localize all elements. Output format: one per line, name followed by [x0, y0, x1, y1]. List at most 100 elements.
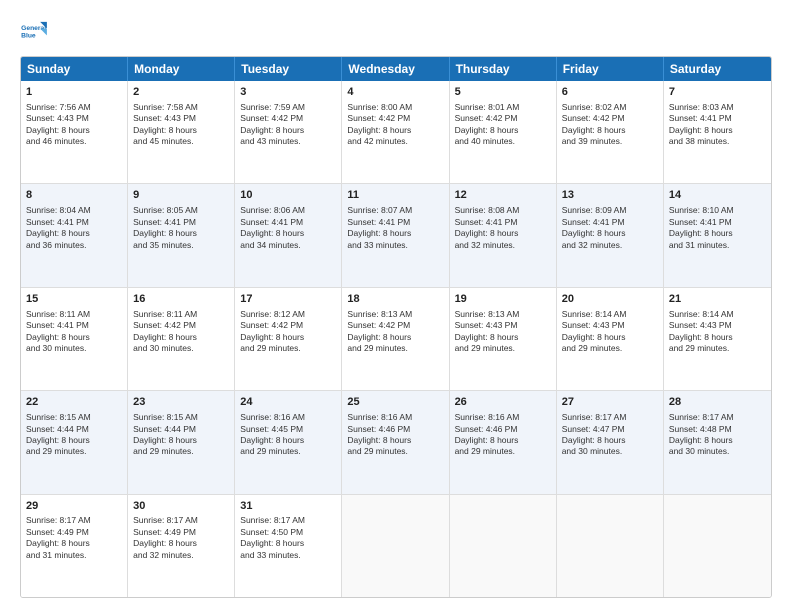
day-info-line: and 40 minutes.: [455, 136, 551, 147]
day-cell-12: 12Sunrise: 8:08 AMSunset: 4:41 PMDayligh…: [450, 184, 557, 286]
day-info-line: Sunrise: 8:17 AM: [133, 515, 229, 526]
day-cell-22: 22Sunrise: 8:15 AMSunset: 4:44 PMDayligh…: [21, 391, 128, 493]
day-number: 5: [455, 85, 551, 100]
empty-cell: [342, 495, 449, 597]
day-info-line: Sunrise: 8:13 AM: [455, 309, 551, 320]
day-info-line: Sunrise: 8:07 AM: [347, 205, 443, 216]
day-cell-25: 25Sunrise: 8:16 AMSunset: 4:46 PMDayligh…: [342, 391, 449, 493]
day-info-line: and 34 minutes.: [240, 240, 336, 251]
day-cell-29: 29Sunrise: 8:17 AMSunset: 4:49 PMDayligh…: [21, 495, 128, 597]
day-info-line: Sunset: 4:42 PM: [455, 113, 551, 124]
day-number: 26: [455, 395, 551, 410]
day-info-line: Daylight: 8 hours: [562, 228, 658, 239]
day-info-line: Sunset: 4:42 PM: [347, 320, 443, 331]
day-info-line: and 29 minutes.: [562, 343, 658, 354]
day-info-line: and 29 minutes.: [669, 343, 766, 354]
day-info-line: Sunset: 4:43 PM: [562, 320, 658, 331]
day-info-line: and 32 minutes.: [562, 240, 658, 251]
day-number: 25: [347, 395, 443, 410]
calendar-row-1: 1Sunrise: 7:56 AMSunset: 4:43 PMDaylight…: [21, 81, 771, 184]
day-info-line: Sunrise: 8:14 AM: [562, 309, 658, 320]
logo: GeneralBlue: [20, 18, 48, 46]
day-info-line: Sunrise: 8:04 AM: [26, 205, 122, 216]
day-cell-20: 20 Sunrise: 8:14 AMSunset: 4:43 PMDayligh…: [557, 288, 664, 390]
day-info-line: Sunset: 4:42 PM: [240, 320, 336, 331]
day-info-line: Daylight: 8 hours: [562, 435, 658, 446]
day-cell-30: 30Sunrise: 8:17 AMSunset: 4:49 PMDayligh…: [128, 495, 235, 597]
day-cell-27: 27Sunrise: 8:17 AMSunset: 4:47 PMDayligh…: [557, 391, 664, 493]
day-info-line: Daylight: 8 hours: [133, 435, 229, 446]
day-info-line: and 39 minutes.: [562, 136, 658, 147]
header: GeneralBlue: [20, 18, 772, 46]
day-cell-3: 3Sunrise: 7:59 AMSunset: 4:42 PMDaylight…: [235, 81, 342, 183]
day-header-tuesday: Tuesday: [235, 57, 342, 81]
day-number: 27: [562, 395, 658, 410]
day-info-line: Daylight: 8 hours: [562, 332, 658, 343]
empty-cell: [450, 495, 557, 597]
day-number: 6: [562, 85, 658, 100]
day-info-line: Sunrise: 8:17 AM: [26, 515, 122, 526]
day-cell-24: 24Sunrise: 8:16 AMSunset: 4:45 PMDayligh…: [235, 391, 342, 493]
day-info-line: Sunset: 4:44 PM: [26, 424, 122, 435]
day-number: 20: [562, 292, 658, 307]
day-info-line: Sunset: 4:50 PM: [240, 527, 336, 538]
day-number: 8: [26, 188, 122, 203]
day-info-line: Sunset: 4:43 PM: [133, 113, 229, 124]
day-cell-4: 4Sunrise: 8:00 AMSunset: 4:42 PMDaylight…: [342, 81, 449, 183]
day-info-line: Sunset: 4:41 PM: [240, 217, 336, 228]
day-info-line: Sunset: 4:41 PM: [26, 320, 122, 331]
day-info-line: and 30 minutes.: [562, 446, 658, 457]
day-info-line: Sunset: 4:41 PM: [133, 217, 229, 228]
day-info-line: Sunrise: 8:05 AM: [133, 205, 229, 216]
day-info-line: Sunrise: 8:06 AM: [240, 205, 336, 216]
day-cell-17: 17Sunrise: 8:12 AMSunset: 4:42 PMDayligh…: [235, 288, 342, 390]
day-cell-18: 18Sunrise: 8:13 AMSunset: 4:42 PMDayligh…: [342, 288, 449, 390]
day-number: 11: [347, 188, 443, 203]
day-info-line: Daylight: 8 hours: [455, 332, 551, 343]
day-cell-11: 11Sunrise: 8:07 AMSunset: 4:41 PMDayligh…: [342, 184, 449, 286]
day-number: 14: [669, 188, 766, 203]
day-cell-21: 21Sunrise: 8:14 AMSunset: 4:43 PMDayligh…: [664, 288, 771, 390]
day-cell-28: 28Sunrise: 8:17 AMSunset: 4:48 PMDayligh…: [664, 391, 771, 493]
day-cell-9: 9Sunrise: 8:05 AMSunset: 4:41 PMDaylight…: [128, 184, 235, 286]
day-info-line: and 29 minutes.: [455, 446, 551, 457]
day-info-line: Sunrise: 7:58 AM: [133, 102, 229, 113]
day-info-line: Sunset: 4:41 PM: [26, 217, 122, 228]
day-header-monday: Monday: [128, 57, 235, 81]
day-info-line: Sunset: 4:41 PM: [562, 217, 658, 228]
day-info-line: Sunset: 4:42 PM: [347, 113, 443, 124]
day-cell-31: 31Sunrise: 8:17 AMSunset: 4:50 PMDayligh…: [235, 495, 342, 597]
day-cell-5: 5Sunrise: 8:01 AMSunset: 4:42 PMDaylight…: [450, 81, 557, 183]
day-info-line: Sunrise: 8:11 AM: [133, 309, 229, 320]
day-info-line: Daylight: 8 hours: [240, 435, 336, 446]
day-number: 7: [669, 85, 766, 100]
day-info-line: Sunrise: 7:59 AM: [240, 102, 336, 113]
calendar-body: 1Sunrise: 7:56 AMSunset: 4:43 PMDaylight…: [21, 81, 771, 597]
day-cell-2: 2Sunrise: 7:58 AMSunset: 4:43 PMDaylight…: [128, 81, 235, 183]
page: GeneralBlue SundayMondayTuesdayWednesday…: [0, 0, 792, 612]
calendar-row-3: 15Sunrise: 8:11 AMSunset: 4:41 PMDayligh…: [21, 288, 771, 391]
calendar-header: SundayMondayTuesdayWednesdayThursdayFrid…: [21, 57, 771, 81]
day-cell-23: 23Sunrise: 8:15 AMSunset: 4:44 PMDayligh…: [128, 391, 235, 493]
day-info-line: and 30 minutes.: [26, 343, 122, 354]
day-info-line: Daylight: 8 hours: [347, 125, 443, 136]
calendar: SundayMondayTuesdayWednesdayThursdayFrid…: [20, 56, 772, 598]
day-info-line: Sunset: 4:41 PM: [669, 217, 766, 228]
day-info-line: Daylight: 8 hours: [26, 332, 122, 343]
day-info-line: Sunrise: 8:16 AM: [455, 412, 551, 423]
day-info-line: Daylight: 8 hours: [133, 228, 229, 239]
day-info-line: Sunset: 4:42 PM: [133, 320, 229, 331]
day-info-line: and 31 minutes.: [26, 550, 122, 561]
day-number: 10: [240, 188, 336, 203]
day-info-line: Sunset: 4:42 PM: [240, 113, 336, 124]
day-info-line: Daylight: 8 hours: [133, 332, 229, 343]
day-info-line: Daylight: 8 hours: [455, 125, 551, 136]
day-info-line: Sunrise: 8:17 AM: [240, 515, 336, 526]
day-number: 22: [26, 395, 122, 410]
day-info-line: and 32 minutes.: [133, 550, 229, 561]
day-info-line: Sunrise: 8:11 AM: [26, 309, 122, 320]
day-info-line: Sunrise: 8:09 AM: [562, 205, 658, 216]
day-info-line: and 45 minutes.: [133, 136, 229, 147]
empty-cell: [664, 495, 771, 597]
day-info-line: Daylight: 8 hours: [455, 228, 551, 239]
